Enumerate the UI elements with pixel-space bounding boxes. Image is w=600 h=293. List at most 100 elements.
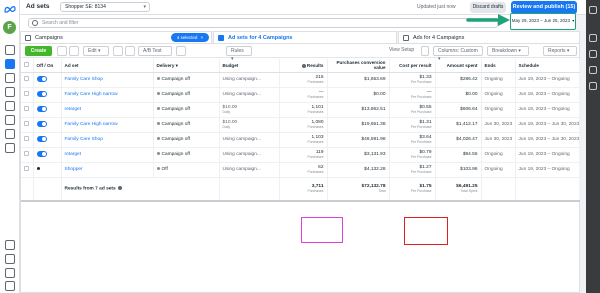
column-header[interactable]: Results xyxy=(279,59,328,73)
notifications-icon[interactable] xyxy=(5,254,15,264)
column-header[interactable]: Budget xyxy=(219,59,280,73)
results-cell: 62 Purchases xyxy=(279,162,328,178)
duplicate-icon[interactable] xyxy=(57,46,67,56)
adset-name-link[interactable]: retarget xyxy=(61,147,154,163)
adset-name-link[interactable]: Family Care Shop xyxy=(61,72,154,88)
table-row[interactable]: Family Care High narrow Campaign off Using… xyxy=(21,87,580,103)
table-row[interactable]: Family Care Shop Campaign off Using campai… xyxy=(21,72,580,88)
ends-cell: Ongoing xyxy=(481,72,516,88)
reports-icon[interactable] xyxy=(5,115,15,125)
column-header[interactable]: Schedule xyxy=(515,59,580,73)
table-row[interactable]: retarget Campaign off Using campaign... 119… xyxy=(21,147,580,163)
on-off-toggle[interactable] xyxy=(33,87,62,103)
conversion-value-cell: $19,651.38 xyxy=(327,117,390,133)
adset-name-link[interactable]: Shopper xyxy=(61,162,154,178)
events-icon[interactable] xyxy=(5,101,15,111)
on-off-toggle[interactable] xyxy=(33,162,62,178)
schedule-cell: Jun 19, 2023 – Jun 30, 2023 xyxy=(515,132,580,148)
select-all-checkbox[interactable] xyxy=(21,59,34,73)
table-row[interactable]: Shopper Off Using campaign... 62 Purchases $4… xyxy=(21,162,580,178)
column-header[interactable]: Off / On xyxy=(33,59,62,73)
adset-name-link[interactable]: retarget xyxy=(61,102,154,118)
row-checkbox[interactable] xyxy=(21,87,34,103)
on-off-toggle[interactable] xyxy=(33,72,62,88)
adset-name-link[interactable]: Family Care Shop xyxy=(61,132,154,148)
view-setup-toggle[interactable]: View Setup xyxy=(389,47,414,53)
create-button[interactable]: Create xyxy=(25,46,52,56)
tab-adsets[interactable]: Ad sets for 4 Campaigns xyxy=(213,31,397,43)
conversion-value-cell: $1,653.69 xyxy=(327,72,390,88)
adset-name-link[interactable]: Family Care High narrow xyxy=(61,117,154,133)
cost-per-result-cell: $0.55 Per Purchase xyxy=(389,102,436,118)
home-icon[interactable] xyxy=(5,45,15,55)
row-checkbox[interactable] xyxy=(21,132,34,148)
edit-button[interactable]: Edit ▾ xyxy=(83,46,109,56)
menu-icon[interactable] xyxy=(5,143,15,153)
row-checkbox[interactable] xyxy=(21,147,34,163)
delivery-cell: Campaign off xyxy=(153,117,220,133)
on-off-toggle[interactable] xyxy=(33,132,62,148)
table-row[interactable]: Family Care High narrow Campaign off $10.0… xyxy=(21,117,580,133)
column-header[interactable]: Cost per result xyxy=(389,59,436,73)
column-header[interactable]: Ends xyxy=(481,59,516,73)
rules-button[interactable]: Rules ▾ xyxy=(226,46,252,62)
folder-icon xyxy=(25,35,31,41)
catalog-icon[interactable] xyxy=(5,129,15,139)
avatar[interactable]: F xyxy=(3,21,16,34)
comment-icon[interactable] xyxy=(589,82,597,90)
redo-icon[interactable] xyxy=(125,46,135,56)
breakdown-button[interactable]: Breakdown ▾ xyxy=(487,46,529,56)
breakdown-label: Breakdown xyxy=(492,48,518,54)
chart-icon[interactable] xyxy=(589,34,597,42)
search-nav-icon[interactable] xyxy=(5,268,15,278)
help-icon[interactable] xyxy=(5,281,15,291)
row-checkbox[interactable] xyxy=(21,117,34,133)
adset-name-link[interactable]: Family Care High narrow xyxy=(61,87,154,103)
reports-button[interactable]: Reports ▾ xyxy=(543,46,577,56)
undo-icon[interactable] xyxy=(113,46,123,56)
cost-per-result-cell: $1.31 Per Purchase xyxy=(389,117,436,133)
on-off-toggle[interactable] xyxy=(33,117,62,133)
row-checkbox[interactable] xyxy=(21,162,34,178)
audiences-icon[interactable] xyxy=(5,73,15,83)
edit-icon[interactable] xyxy=(589,50,597,58)
columns-button[interactable]: Columns: Custom ▾ xyxy=(433,46,483,62)
toggle-icon[interactable] xyxy=(421,46,429,56)
column-header[interactable]: Purchases conversion value xyxy=(327,59,390,73)
table-row[interactable]: retarget Campaign off $10.00 Daily 1,101 Purc… xyxy=(21,102,580,118)
date-range-picker[interactable]: May 29, 2023 – Jun 25, 2023 ▾ xyxy=(510,13,576,30)
column-header[interactable]: Ad set xyxy=(61,59,154,73)
ab-test-button[interactable]: A/B Test xyxy=(138,46,172,56)
chevron-down-icon: ▾ xyxy=(143,4,146,10)
history-icon[interactable] xyxy=(589,66,597,74)
column-header[interactable]: Amount spent xyxy=(435,59,482,73)
tab-ads[interactable]: Ads for 4 Campaigns xyxy=(398,31,580,43)
row-checkbox[interactable] xyxy=(21,102,34,118)
total-amount-spent: $6,491.25 Total Spent xyxy=(435,177,482,202)
close-icon[interactable]: × xyxy=(200,35,203,40)
billing-icon[interactable] xyxy=(5,87,15,97)
side-panel-icon[interactable] xyxy=(589,6,597,14)
right-tool-rail xyxy=(586,0,600,293)
on-off-toggle[interactable] xyxy=(33,102,62,118)
search-input[interactable]: Search and filter xyxy=(28,18,498,28)
delete-icon[interactable] xyxy=(69,46,79,56)
amount-spent-cell: $286.42 xyxy=(435,72,482,88)
budget-cell: Using campaign... xyxy=(219,87,280,103)
totals-spacer xyxy=(515,177,580,202)
account-selector[interactable]: Shopper SE: 8134 ▾ xyxy=(60,2,150,12)
ends-cell: Ongoing xyxy=(481,87,516,103)
totals-spacer xyxy=(481,177,516,202)
chevron-down-icon: ▾ xyxy=(572,18,575,23)
table-row[interactable]: Family Care Shop Campaign off Using campai… xyxy=(21,132,580,148)
settings-icon[interactable] xyxy=(5,240,15,250)
on-off-toggle[interactable] xyxy=(33,147,62,163)
cost-per-result-cell: $1.33 Per Purchase xyxy=(389,72,436,88)
tab-ads-label: Ads for 4 Campaigns xyxy=(413,35,465,41)
selected-count-badge[interactable]: 4 selected × xyxy=(171,33,209,42)
tag-icon[interactable] xyxy=(176,46,186,56)
campaigns-icon[interactable] xyxy=(5,59,15,69)
column-header[interactable]: Delivery ▾ xyxy=(153,59,220,73)
row-checkbox[interactable] xyxy=(21,72,34,88)
discard-drafts-button[interactable]: Discard drafts xyxy=(470,2,506,13)
